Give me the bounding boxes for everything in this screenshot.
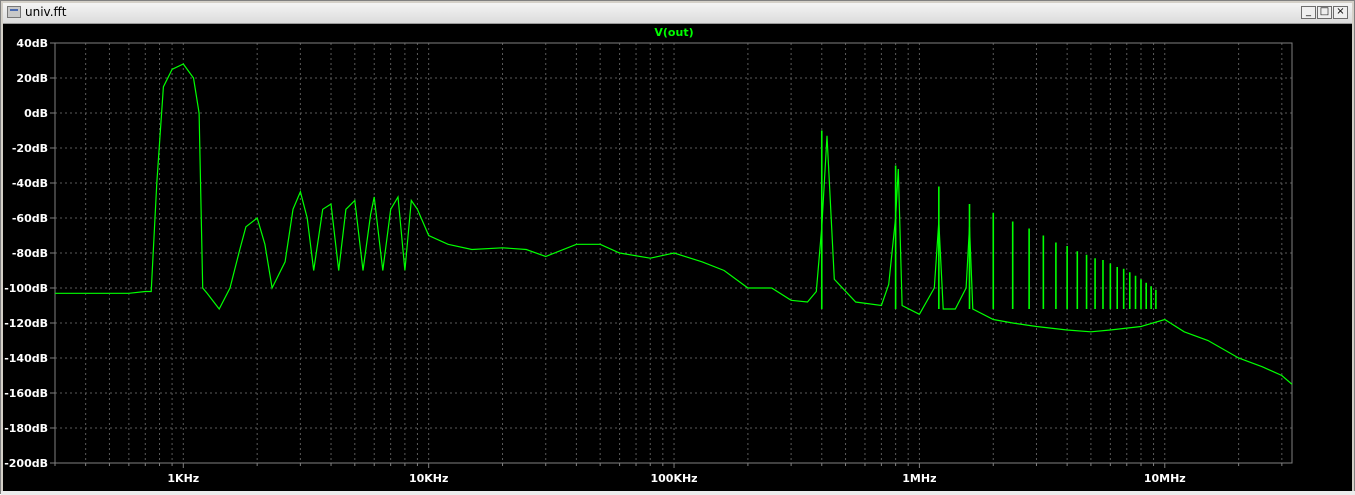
maximize-button[interactable]: □ [1317, 6, 1332, 19]
waveform-window-icon [7, 6, 21, 18]
y-tick-label: 0dB [24, 107, 48, 120]
x-tick-label: 1KHz [167, 472, 199, 485]
vout-trace [55, 63, 1293, 385]
y-tick-label: -80dB [12, 247, 48, 260]
y-tick-label: -140dB [4, 352, 48, 365]
y-tick-label: -160dB [4, 387, 48, 400]
trace-label-vout[interactable]: V(out) [654, 26, 693, 39]
y-tick-label: -100dB [4, 282, 48, 295]
status-strip [1, 491, 1355, 495]
x-tick-label: 10KHz [409, 472, 448, 485]
x-tick-label: 100KHz [650, 472, 697, 485]
y-tick-label: -60dB [12, 212, 48, 225]
fft-chart[interactable]: V(out) 40dB 20dB 0dB -20dB -40dB -60dB -80dB -1… [3, 24, 1352, 491]
plot-area[interactable]: V(out) 40dB 20dB 0dB -20dB -40dB -60dB -80dB -1… [3, 24, 1352, 491]
x-tick-label: 1MHz [902, 472, 936, 485]
y-tick-label: -20dB [12, 142, 48, 155]
y-axis: 40dB 20dB 0dB -20dB -40dB -60dB -80dB -100dB -12… [4, 37, 55, 470]
close-button[interactable]: × [1333, 6, 1348, 19]
x-axis: 1KHz 10KHz 100KHz 1MHz 10MHz [54, 463, 1283, 485]
y-tick-label: -180dB [4, 422, 48, 435]
y-tick-label: -200dB [4, 457, 48, 470]
y-tick-label: 20dB [16, 72, 48, 85]
window-title: univ.fft [25, 5, 67, 19]
y-tick-label: 40dB [16, 37, 48, 50]
x-tick-label: 10MHz [1144, 472, 1186, 485]
trace-group [55, 63, 1293, 385]
minimize-button[interactable]: _ [1301, 6, 1316, 19]
plot-window: univ.fft _ □ × V(out) 40dB 20dB 0dB -20dB -4… [0, 0, 1355, 495]
y-tick-label: -40dB [12, 177, 48, 190]
y-tick-label: -120dB [4, 317, 48, 330]
title-bar[interactable]: univ.fft _ □ × [3, 3, 1352, 24]
